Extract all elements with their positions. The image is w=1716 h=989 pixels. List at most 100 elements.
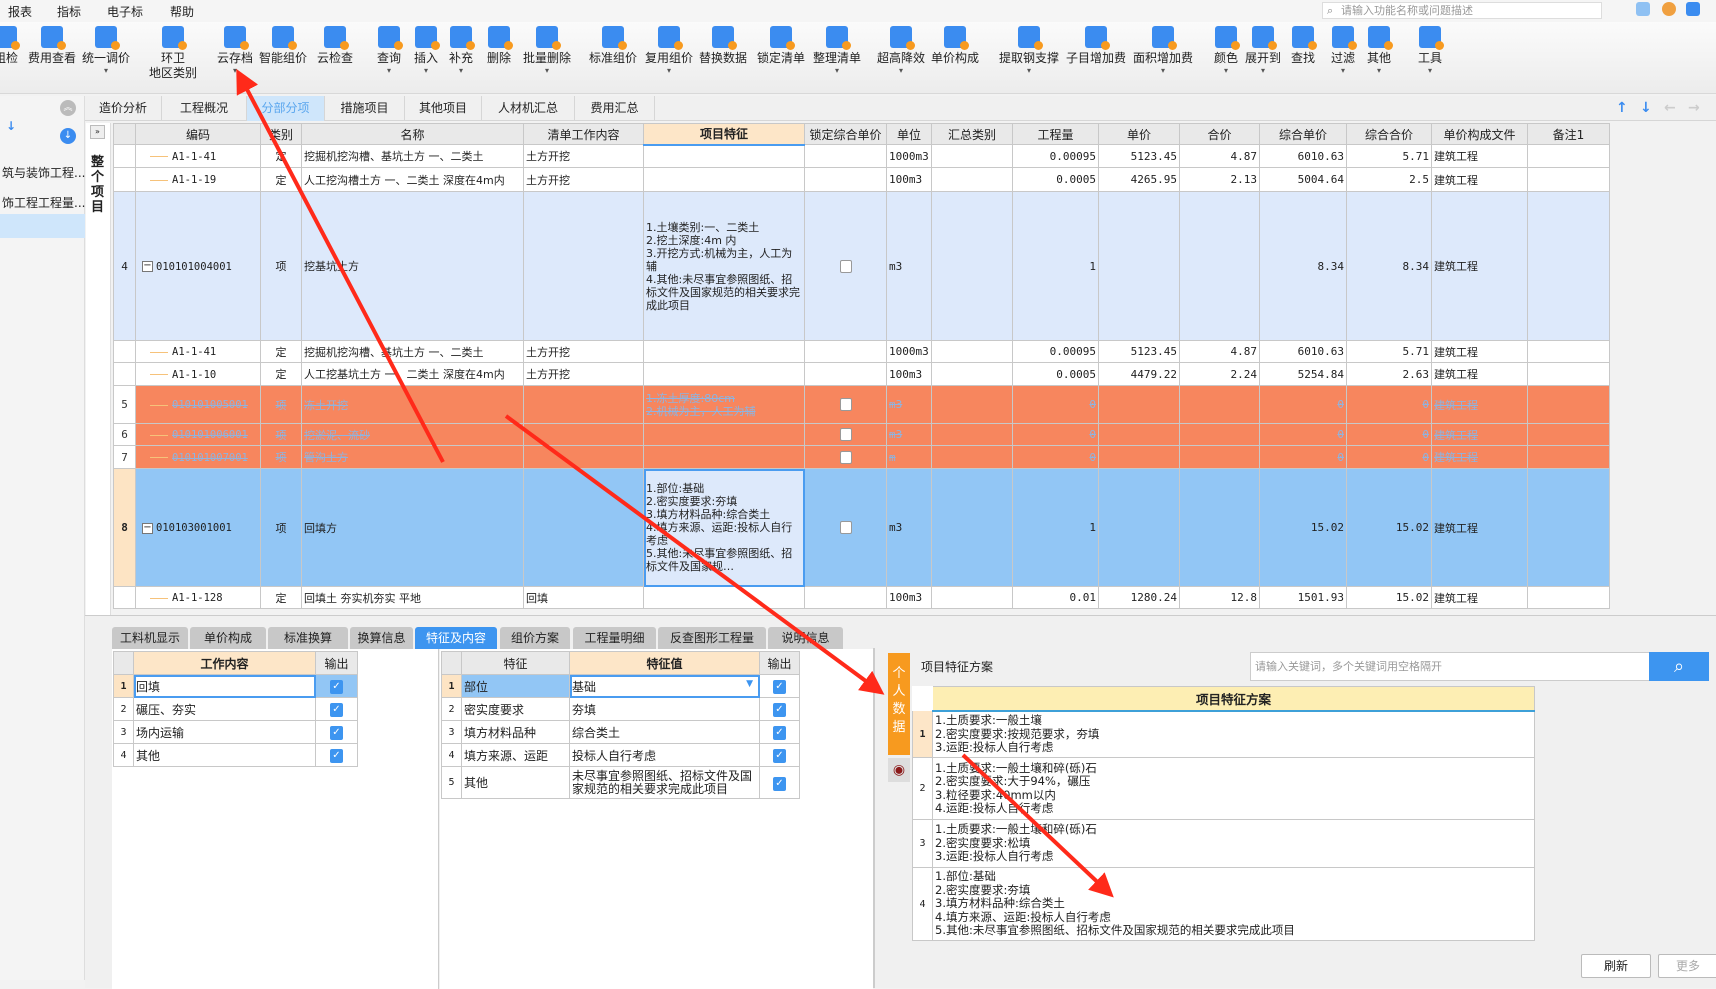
cell-type[interactable]: 项 <box>260 385 302 424</box>
cell-lock[interactable] <box>804 340 887 363</box>
bottom-tab-4[interactable]: 特征及内容 <box>415 627 497 649</box>
bottom-tab-0[interactable]: 工料机显示 <box>112 627 188 649</box>
cell-comp-total[interactable]: 5.71 <box>1346 340 1432 363</box>
move-right-icon[interactable]: → <box>1688 100 1700 116</box>
cell-sum-cat[interactable] <box>931 362 1013 386</box>
row-number[interactable] <box>113 167 136 192</box>
table-row[interactable]: 4−010101004001 项挖基坑土方 1.土壤类别:一、二类土 2.挖土深度:… <box>113 191 1610 341</box>
whole-project-label[interactable]: 整个项目 <box>91 155 105 215</box>
row-number[interactable]: 4 <box>113 191 136 341</box>
cell-comp-price[interactable]: 0 <box>1259 445 1347 469</box>
lock-price-checkbox[interactable] <box>839 398 852 412</box>
cell-comp-price[interactable]: 6010.63 <box>1259 144 1347 168</box>
cell-qty[interactable]: 0.01 <box>1012 586 1099 609</box>
output-checkbox[interactable]: ✓ <box>773 749 786 763</box>
dropdown-arrow-icon[interactable]: ▾ <box>1231 66 1295 76</box>
dropdown-arrow-icon[interactable]: ▾ <box>805 66 869 76</box>
menu-item[interactable]: 电子标 <box>107 3 143 20</box>
cell-comp-total[interactable]: 15.02 <box>1346 586 1432 609</box>
bottom-tab-3[interactable]: 换算信息 <box>350 627 413 649</box>
cell-price[interactable]: 1280.24 <box>1098 586 1180 609</box>
cell-name[interactable]: 挖掘机挖沟槽、基坑土方 一、二类土 <box>301 144 524 168</box>
column-header[interactable]: 单价 <box>1098 123 1180 145</box>
toolbar-button-area-fee[interactable]: 面积增加费 ▾ <box>1131 26 1195 76</box>
cell-feature[interactable] <box>643 362 805 386</box>
cell-lock[interactable] <box>804 167 887 192</box>
bottom-tab-8[interactable]: 说明信息 <box>768 627 843 649</box>
cell-lock[interactable] <box>804 362 887 386</box>
feature-name[interactable]: 其他 <box>461 766 570 799</box>
apps-icon[interactable] <box>1686 2 1700 16</box>
cell-unit[interactable]: 100m3 <box>886 167 932 192</box>
cell-note[interactable] <box>1527 167 1610 192</box>
tab-5[interactable]: 人材机汇总 <box>482 96 575 121</box>
cell-type[interactable]: 项 <box>260 423 302 446</box>
menu-item[interactable]: 帮助 <box>170 3 194 20</box>
cell-file[interactable]: 建筑工程 <box>1431 340 1528 363</box>
output-checkbox[interactable]: ✓ <box>330 726 343 740</box>
cell-total[interactable] <box>1179 445 1260 469</box>
scheme-search-input[interactable]: 请输入关键词，多个关键词用空格隔开 <box>1250 652 1650 681</box>
cell-name[interactable]: 回填土 夯实机夯实 平地 <box>301 586 524 609</box>
cell-work[interactable] <box>523 423 644 446</box>
row-number[interactable] <box>113 362 136 386</box>
dropdown-arrow-icon[interactable]: ▾ <box>515 66 579 76</box>
cell-note[interactable] <box>1527 191 1610 341</box>
dropdown-arrow-icon[interactable]: ▾ <box>1398 66 1462 76</box>
collapse-toggle-icon[interactable]: − <box>142 261 153 272</box>
bottom-tab-5[interactable]: 组价方案 <box>500 627 570 649</box>
tab-1[interactable]: 工程概况 <box>162 96 247 121</box>
output-checkbox[interactable]: ✓ <box>773 776 786 791</box>
cell-total[interactable]: 4.87 <box>1179 144 1260 168</box>
cell-code[interactable]: 010101005001 <box>135 385 261 424</box>
cell-total[interactable] <box>1179 468 1260 587</box>
cell-comp-price[interactable]: 15.02 <box>1259 468 1347 587</box>
output-checkbox[interactable]: ✓ <box>330 680 343 694</box>
table-row[interactable]: A1-1-10 定人工挖基坑土方 一、二类土 深度在4m内 土方开挖 100m3 0.0… <box>113 362 1610 386</box>
row-number[interactable]: 8 <box>113 468 136 587</box>
feature-value-cell[interactable]: 夯填 <box>569 697 760 721</box>
cell-work[interactable]: 土方开挖 <box>523 362 644 386</box>
cell-price[interactable] <box>1098 468 1180 587</box>
cell-feature[interactable] <box>643 586 805 609</box>
cell-file[interactable]: 建筑工程 <box>1431 144 1528 168</box>
cell-total[interactable] <box>1179 385 1260 424</box>
cell-code[interactable]: A1-1-41 <box>135 144 261 168</box>
feature-row[interactable]: 1 部位 基础 ▼ ✓ <box>441 674 800 698</box>
cell-price[interactable]: 4479.22 <box>1098 362 1180 386</box>
table-row[interactable]: 6 010101006001 项挖淤泥、流砂 m3 0 0 0 建筑工程 <box>113 423 1610 446</box>
work-content-text[interactable]: 场内运输 <box>133 720 316 744</box>
cell-name[interactable]: 挖掘机挖沟槽、基坑土方 一、二类土 <box>301 340 524 363</box>
cell-total[interactable]: 2.24 <box>1179 362 1260 386</box>
work-content-row[interactable]: 1 回填 ✓ <box>113 674 358 698</box>
column-header[interactable]: 单位 <box>886 123 932 145</box>
cell-lock[interactable] <box>804 385 887 424</box>
cell-code[interactable]: −010103001001 <box>135 468 261 587</box>
cell-unit[interactable]: m3 <box>886 385 932 424</box>
cell-unit[interactable]: m <box>886 445 932 469</box>
user-icon[interactable] <box>1636 2 1650 16</box>
tab-6[interactable]: 费用汇总 <box>575 96 655 121</box>
cell-total[interactable] <box>1179 423 1260 446</box>
cell-code[interactable]: A1-1-128 <box>135 586 261 609</box>
cell-sum-cat[interactable] <box>931 191 1013 341</box>
cell-work[interactable] <box>523 468 644 587</box>
function-search-input[interactable]: ⌕ 请输入功能名称或问题描述 <box>1322 2 1602 19</box>
cell-sum-cat[interactable] <box>931 167 1013 192</box>
move-left-icon[interactable]: ← <box>1664 100 1676 116</box>
cell-work[interactable] <box>523 445 644 469</box>
cell-work[interactable]: 土方开挖 <box>523 340 644 363</box>
column-header[interactable]: 类别 <box>260 123 302 145</box>
move-down-icon[interactable]: ↓ <box>1640 100 1652 116</box>
expand-panel-icon[interactable]: » <box>90 125 105 139</box>
column-header[interactable]: 编码 <box>135 123 261 145</box>
cell-price[interactable] <box>1098 423 1180 446</box>
cell-comp-total[interactable]: 0 <box>1346 423 1432 446</box>
feature-value-cell[interactable]: 基础 ▼ <box>569 674 760 698</box>
cell-unit[interactable]: m3 <box>886 468 932 587</box>
column-header[interactable]: 综合单价 <box>1259 123 1347 145</box>
dropdown-arrow-icon[interactable]: ▾ <box>74 66 138 76</box>
cell-sum-cat[interactable] <box>931 586 1013 609</box>
cell-price[interactable] <box>1098 191 1180 341</box>
dropdown-arrow-icon[interactable]: ▾ <box>429 66 493 76</box>
